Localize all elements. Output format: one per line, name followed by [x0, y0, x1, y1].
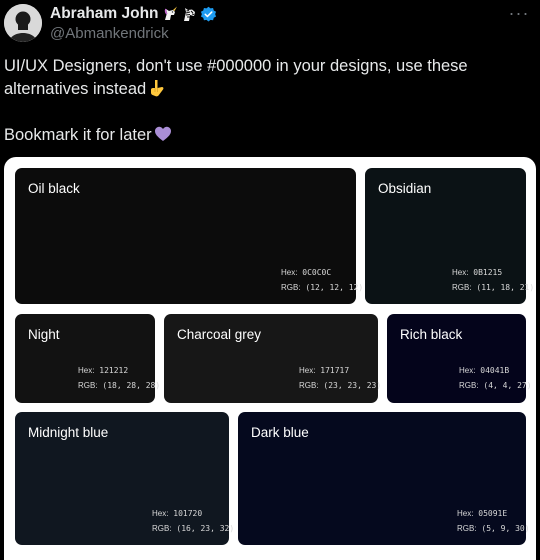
- hex-value: 05091E: [478, 509, 508, 518]
- avatar-photo: [4, 4, 42, 42]
- author-name-text[interactable]: Abraham John: [50, 5, 159, 23]
- rgb-value: (23, 23, 23): [323, 381, 382, 390]
- hex-label: Hex:: [299, 366, 316, 375]
- hex-value: 0B1215: [473, 268, 503, 277]
- rgb-value: (5, 9, 30): [481, 524, 530, 533]
- swatch-rgb: RGB: (23, 23, 23): [299, 381, 381, 390]
- hex-label: Hex:: [78, 366, 95, 375]
- tweet-line-2-text: alternatives instead: [4, 80, 147, 98]
- tweet-line-3: Bookmark it for later: [4, 124, 532, 147]
- author-name[interactable]: Abraham John: [50, 5, 217, 23]
- more-options-button[interactable]: ···: [506, 2, 532, 24]
- tweet-line-3-text: Bookmark it for later: [4, 126, 152, 144]
- avatar[interactable]: [4, 4, 42, 42]
- tweet-card: Abraham John @Abmankendrick ··· UI/UX De…: [0, 0, 540, 560]
- swatch-rgb: RGB: (12, 12, 12): [281, 283, 363, 292]
- swatch-name: Dark blue: [251, 425, 309, 440]
- hex-label: Hex:: [459, 366, 476, 375]
- swatch-hex: Hex: 05091E: [457, 509, 514, 518]
- tweet-line-1: UI/UX Designers, don't use #000000 in yo…: [4, 57, 468, 75]
- swatch-charcoal-grey: Charcoal grey Hex: 171717 RGB: (23, 23, …: [164, 314, 381, 403]
- rgb-label: RGB:: [299, 381, 319, 390]
- rgb-label: RGB:: [281, 283, 301, 292]
- hex-value: 0C0C0C: [302, 268, 332, 277]
- swatch-rgb: RGB: (5, 9, 30): [457, 524, 530, 533]
- hex-value: 04041B: [480, 366, 510, 375]
- zebra-icon: [183, 8, 195, 21]
- author-handle[interactable]: @Abmankendrick: [50, 25, 169, 42]
- rgb-label: RGB:: [459, 381, 479, 390]
- hex-value: 171717: [320, 366, 350, 375]
- hex-value: 121212: [99, 366, 129, 375]
- hex-label: Hex:: [457, 509, 474, 518]
- swatch-rich-black: Rich black Hex: 04041B RGB: (4, 4, 27): [387, 314, 532, 403]
- purple-heart-icon: [154, 126, 171, 141]
- swatch-hex: Hex: 0C0C0C: [281, 268, 344, 277]
- swatch-rgb: RGB: (18, 28, 28): [78, 381, 160, 390]
- swatch-name: Obsidian: [378, 181, 432, 196]
- swatch-name: Oil black: [28, 181, 80, 196]
- swatch-midnight-blue: Midnight blue Hex: 101720 RGB: (16, 23, …: [15, 412, 234, 545]
- rgb-label: RGB:: [78, 381, 98, 390]
- hex-label: Hex:: [152, 509, 169, 518]
- unicorn-icon: [164, 6, 177, 20]
- swatch-hex: Hex: 0B1215: [452, 268, 514, 277]
- rgb-value: (18, 28, 28): [102, 381, 161, 390]
- swatch-oil-black: Oil black Hex: 0C0C0C RGB: (12, 12, 12): [15, 168, 363, 304]
- rgb-label: RGB:: [457, 524, 477, 533]
- tweet-line-gap: [4, 101, 532, 124]
- hex-label: Hex:: [281, 268, 298, 277]
- swatch-rgb: RGB: (11, 18, 21): [452, 283, 534, 292]
- swatch-dark-blue: Dark blue Hex: 05091E RGB: (5, 9, 30): [238, 412, 530, 545]
- swatch-rgb: RGB: (16, 23, 32): [152, 524, 234, 533]
- rgb-value: (4, 4, 27): [483, 381, 532, 390]
- hex-label: Hex:: [452, 268, 469, 277]
- swatch-hex: Hex: 04041B: [459, 366, 514, 375]
- rgb-value: (11, 18, 21): [476, 283, 535, 292]
- rgb-label: RGB:: [452, 283, 472, 292]
- swatch-obsidian: Obsidian Hex: 0B1215 RGB: (11, 18, 21): [365, 168, 534, 304]
- pointing-down-icon: [151, 80, 164, 97]
- hex-value: 101720: [173, 509, 203, 518]
- swatch-rgb: RGB: (4, 4, 27): [459, 381, 532, 390]
- swatch-name: Charcoal grey: [177, 327, 262, 342]
- verified-badge-icon: [200, 6, 216, 21]
- swatch-name: Midnight blue: [28, 425, 109, 440]
- tweet-line-2: alternatives instead: [4, 78, 532, 101]
- rgb-label: RGB:: [152, 524, 172, 533]
- media-image[interactable]: Oil black Hex: 0C0C0C RGB: (12, 12, 12) …: [4, 157, 536, 560]
- rgb-value: (16, 23, 32): [176, 524, 235, 533]
- swatch-hex: Hex: 171717: [299, 366, 366, 375]
- swatch-hex: Hex: 101720: [152, 509, 217, 518]
- swatch-name: Rich black: [400, 327, 463, 342]
- rgb-value: (12, 12, 12): [305, 283, 364, 292]
- swatch-night: Night Hex: 121212 RGB: (18, 28, 28): [15, 314, 160, 403]
- swatch-name: Night: [28, 327, 60, 342]
- tweet-text: UI/UX Designers, don't use #000000 in yo…: [4, 55, 532, 147]
- swatch-hex: Hex: 121212: [78, 366, 143, 375]
